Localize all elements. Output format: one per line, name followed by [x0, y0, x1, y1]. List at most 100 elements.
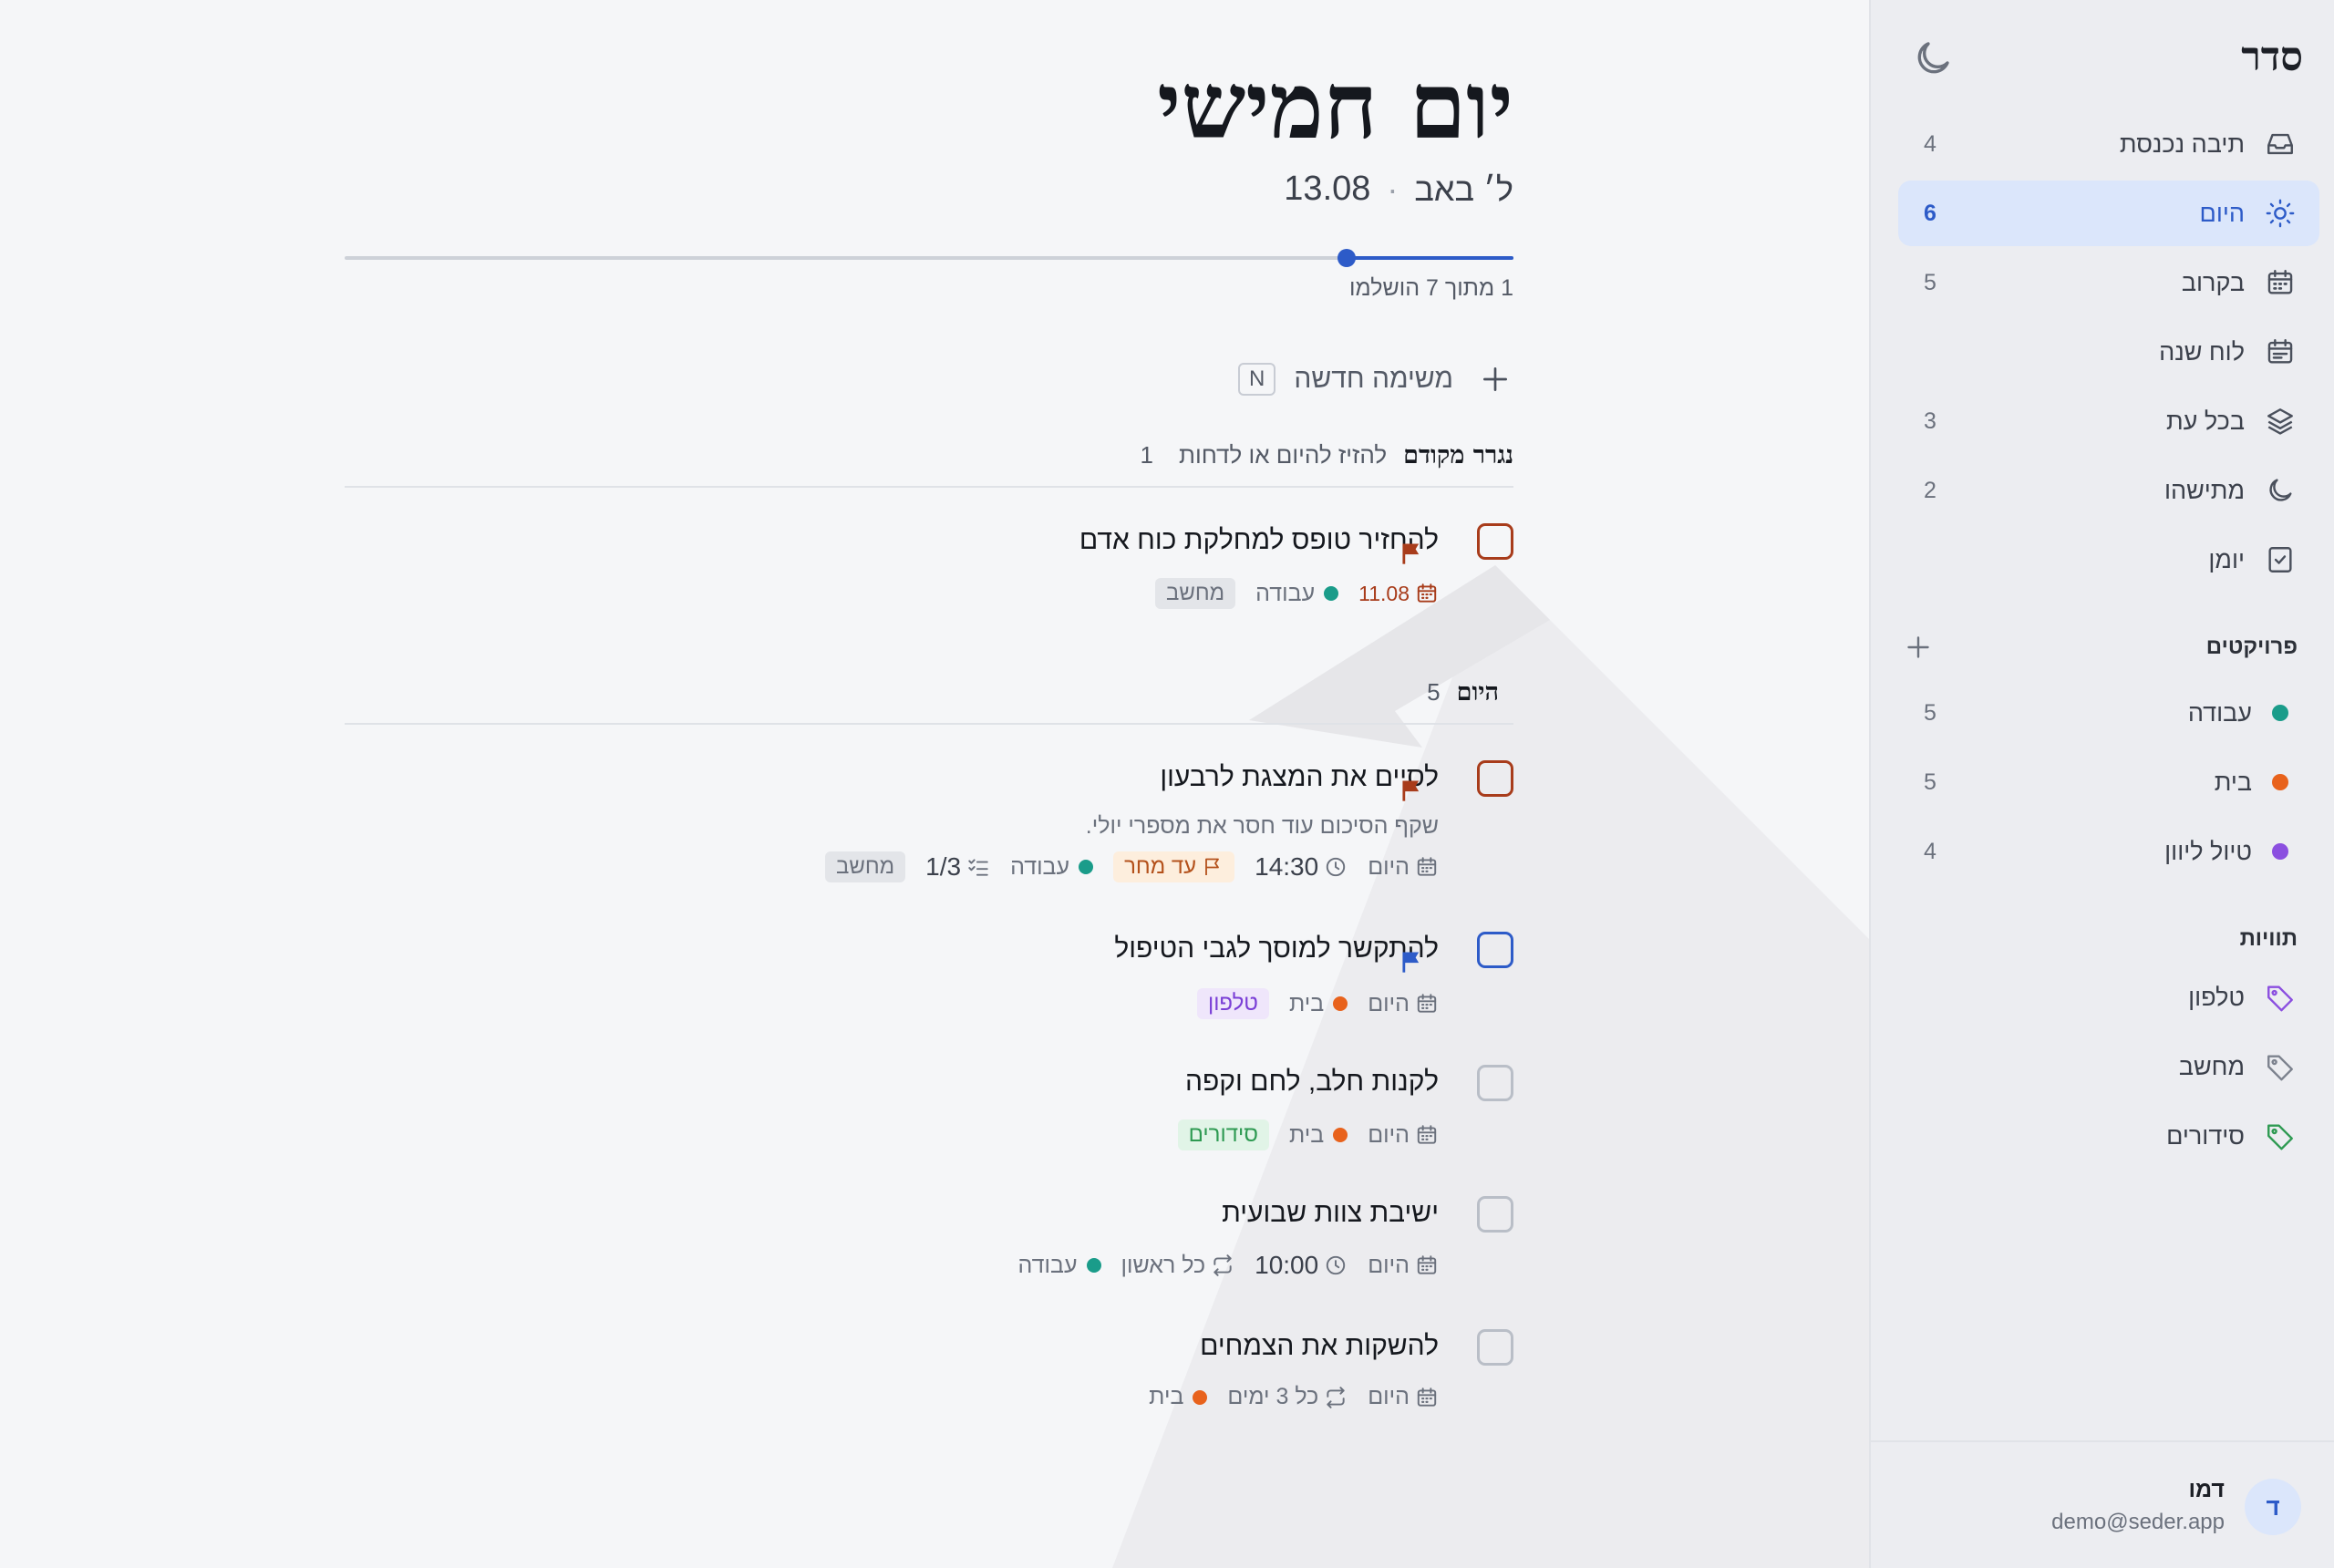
plus-icon — [1477, 361, 1513, 397]
task-project-text: עבודה — [1010, 853, 1070, 880]
calendar-icon — [1417, 583, 1437, 603]
project-item-work[interactable]: עבודה 5 — [1898, 680, 2319, 746]
priority-flag-icon[interactable] — [1399, 777, 1424, 804]
user-name: דמו — [2188, 1477, 2225, 1502]
calendar-icon — [1417, 1387, 1437, 1407]
group-count: 5 — [1427, 678, 1441, 706]
project-color-dot — [1079, 860, 1094, 874]
task-checkbox[interactable] — [1477, 523, 1513, 560]
task-date: 11.08 — [1358, 582, 1439, 606]
task-note: שקף הסיכום עוד חסר את מספרי יולי. — [1085, 813, 1439, 839]
task-title[interactable]: לקנות חלב, לחם וקפה — [1185, 1067, 1439, 1098]
nav-item-inbox[interactable]: תיבה נכנסת 4 — [1898, 111, 2319, 177]
projects-heading: פרויקטים — [2205, 634, 2298, 659]
label-name: מחשב — [2178, 1052, 2245, 1080]
nav-item-someday[interactable]: מתישהו 2 — [1898, 458, 2319, 523]
task-project-text: עבודה — [1255, 580, 1316, 606]
project-color-dot — [2272, 843, 2288, 860]
task-title[interactable]: להשקות את הצמחים — [1200, 1331, 1439, 1362]
task-tag[interactable]: מחשב — [825, 851, 906, 882]
main-nav: תיבה נכנסת 4 היום 6 בקרוב 5 לוח שנה בכל … — [1898, 111, 2319, 596]
task-project: בית — [1149, 1384, 1208, 1410]
task-title[interactable]: להתקשר למוסך לגבי הטיפול — [1114, 934, 1439, 965]
task-repeat-text: כל ראשון — [1121, 1252, 1206, 1278]
checklist-icon — [2265, 544, 2296, 575]
hebrew-date: ל׳ באב — [1414, 170, 1513, 208]
task-checkbox[interactable] — [1477, 932, 1513, 968]
progress-fill — [1347, 256, 1513, 260]
user-panel: ד דמו demo@seder.app — [1869, 1440, 2334, 1568]
project-label: עבודה — [2187, 698, 2252, 727]
add-project-plus-icon[interactable] — [1902, 631, 1935, 664]
project-label: בית — [2214, 768, 2252, 796]
nav-item-count: 3 — [1924, 407, 1936, 434]
project-item-greece-trip[interactable]: טיול ליוון 4 — [1898, 819, 2319, 884]
task-tag[interactable]: מחשב — [1155, 578, 1236, 609]
project-count: 4 — [1924, 838, 1936, 864]
nav-item-anytime[interactable]: בכל עת 3 — [1898, 388, 2319, 454]
task-title[interactable]: להחזיר טופס למחלקת כוח אדם — [1079, 525, 1439, 556]
clock-icon — [1327, 857, 1346, 877]
app-logo: סדר — [2241, 34, 2303, 80]
label-item-phone[interactable]: טלפון — [1898, 965, 2319, 1030]
sidebar: סדר תיבה נכנסת 4 היום 6 בקרוב 5 לוח שנה … — [1869, 0, 2334, 1568]
project-color-dot — [1333, 1128, 1348, 1142]
repeat-icon — [1213, 1254, 1232, 1276]
priority-flag-icon[interactable] — [1399, 540, 1424, 567]
nav-item-count: 5 — [1924, 269, 1936, 295]
nav-item-logbook[interactable]: יומן — [1898, 527, 2319, 593]
date-line: ל׳ באב · 13.08 — [1284, 170, 1513, 209]
nav-item-label: מתישהו — [2164, 476, 2245, 504]
label-name: טלפון — [2188, 983, 2245, 1011]
nav-item-count: 2 — [1924, 477, 1936, 503]
nav-item-label: היום — [2199, 199, 2245, 227]
task-project: עבודה — [1255, 580, 1339, 607]
task-title[interactable]: ישיבת צוות שבועית — [1222, 1198, 1439, 1229]
task-time-text: 10:00 — [1255, 1251, 1319, 1279]
task-checkbox[interactable] — [1477, 760, 1513, 797]
task-meta: היום כל 3 ימים בית — [1129, 1384, 1439, 1410]
project-label: טיול ליוון — [2164, 837, 2252, 865]
progress-bar — [345, 249, 1513, 267]
label-item-computer[interactable]: מחשב — [1898, 1034, 2319, 1099]
task-date-text: היום — [1368, 1121, 1410, 1148]
task-date-text: היום — [1368, 1252, 1410, 1278]
task-title[interactable]: לסיים את המצגת לרבעון — [1160, 762, 1439, 793]
task-date-text: היום — [1368, 990, 1410, 1016]
task-project-text: בית — [1288, 990, 1325, 1016]
task-meta: היום בית סידורים — [1158, 1119, 1439, 1150]
task-meta: היום 14:30 עד מחר עבודה 1/3 מחשב — [805, 851, 1439, 882]
task-tag[interactable]: טלפון — [1196, 988, 1269, 1019]
avatar[interactable]: ד — [2245, 1479, 2301, 1535]
group-title: נגרר מקודם — [1403, 441, 1513, 469]
task-time-text: 14:30 — [1255, 852, 1319, 881]
task-tag[interactable]: סידורים — [1177, 1119, 1269, 1150]
gregorian-date: 13.08 — [1284, 170, 1371, 208]
priority-flag-icon[interactable] — [1399, 948, 1424, 975]
label-name: סידורים — [2166, 1121, 2245, 1150]
task-date: היום — [1368, 1122, 1439, 1149]
task-project: עבודה — [1018, 1253, 1101, 1279]
nav-item-calendar[interactable]: לוח שנה — [1898, 319, 2319, 385]
nav-item-upcoming[interactable]: בקרוב 5 — [1898, 250, 2319, 315]
project-item-home[interactable]: בית 5 — [1898, 749, 2319, 815]
flag-outline-icon — [1205, 858, 1220, 875]
labels-header: תוויות — [1902, 926, 2298, 952]
task-checkbox[interactable] — [1477, 1329, 1513, 1366]
today-view: יום חמישי ל׳ באב · 13.08 1 מתוך 7 הושלמו… — [0, 0, 1869, 1568]
nav-item-label: יומן — [2208, 545, 2245, 573]
new-task-label: משימה חדשה — [1294, 364, 1453, 394]
nav-item-today[interactable]: היום 6 — [1898, 181, 2319, 246]
group-hint: להזיז להיום או לדחות — [1179, 441, 1388, 469]
project-count: 5 — [1924, 769, 1936, 795]
calendar-icon — [1417, 1125, 1437, 1144]
theme-toggle-moon-icon[interactable] — [1911, 36, 1955, 80]
keyboard-shortcut: N — [1238, 363, 1276, 396]
nav-item-label: תיבה נכנסת — [2119, 129, 2245, 158]
label-list: טלפון מחשב סידורים — [1898, 965, 2319, 1172]
new-task-button[interactable]: משימה חדשה N — [1238, 361, 1513, 397]
task-checkbox[interactable] — [1477, 1196, 1513, 1233]
task-checkbox[interactable] — [1477, 1065, 1513, 1101]
progress-text: 1 מתוך 7 הושלמו — [1349, 275, 1513, 301]
label-item-errands[interactable]: סידורים — [1898, 1103, 2319, 1169]
